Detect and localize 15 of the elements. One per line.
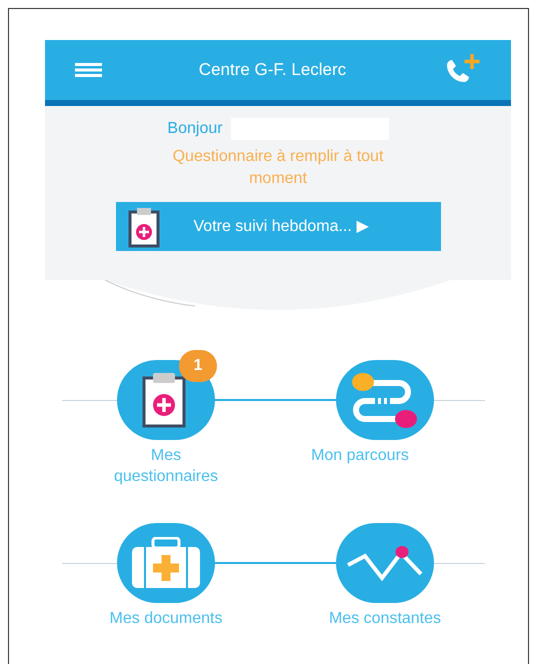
clipboard-plus-icon xyxy=(128,206,162,248)
tile-label[interactable]: Mes documents xyxy=(86,608,246,629)
connector-line xyxy=(434,562,485,564)
menu-icon[interactable] xyxy=(75,63,102,77)
app-title: Centre G-F. Leclerc xyxy=(198,59,346,82)
medical-kit-icon xyxy=(131,537,201,589)
tile-label[interactable]: Mes constantes xyxy=(305,608,465,629)
greeting-text: Bonjour xyxy=(167,119,223,139)
line-graph-icon xyxy=(346,545,424,581)
tile-label[interactable]: Mes questionnaires xyxy=(111,445,221,487)
weekly-followup-button[interactable]: Votre suivi hebdoma... ▶ xyxy=(116,202,440,251)
path-route-icon xyxy=(351,371,419,429)
connector-line xyxy=(62,562,117,564)
notice-text: Questionnaire à remplir à tout moment xyxy=(172,147,384,189)
tile-label[interactable]: Mon parcours xyxy=(280,445,440,487)
